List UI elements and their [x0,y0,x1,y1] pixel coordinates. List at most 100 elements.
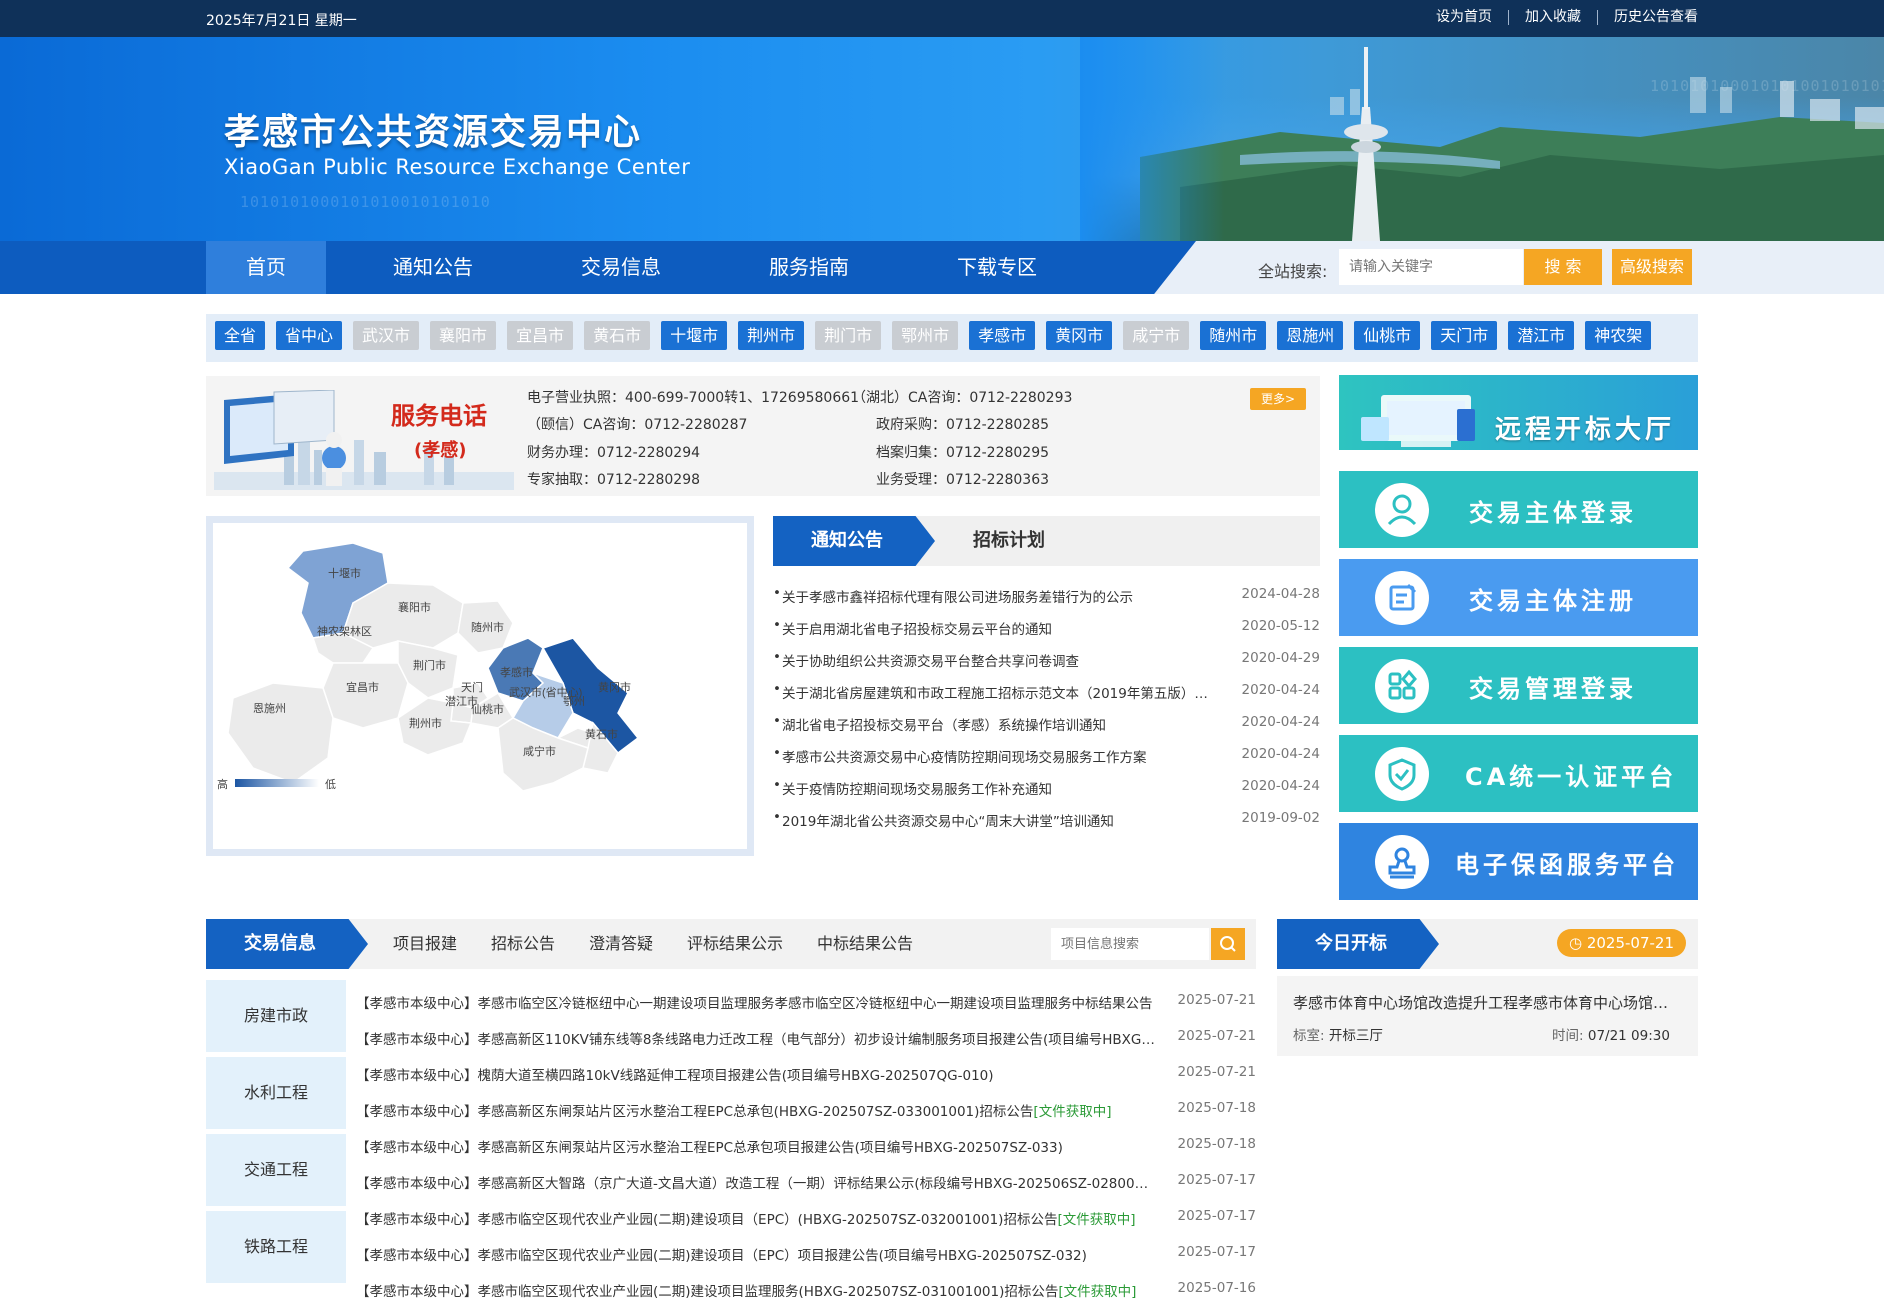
notice-title[interactable]: 2019年湖北省公共资源交易中心“周末大讲堂”培训通知 [782,810,1212,830]
category-water[interactable]: 水利工程 [206,1057,346,1129]
city-tab[interactable]: 宜昌市 [507,321,574,350]
today-bid-item[interactable]: 孝感市体育中心场馆改造提升工程孝感市体育中心场馆改造提升工程 标室: 开标三厅 … [1277,976,1698,1056]
today-bid-item-title[interactable]: 孝感市体育中心场馆改造提升工程孝感市体育中心场馆改造提升工程 [1293,992,1683,1013]
region-enshi[interactable] [227,682,334,784]
bullet-icon: • [773,713,781,729]
trade-item[interactable]: 【孝感市本级中心】孝感高新区东闸泵站片区污水整治工程EPC总承包项目报建公告(项… [356,1130,1256,1166]
city-tab[interactable]: 黄冈市 [1046,321,1113,350]
city-tab[interactable]: 全省 [215,321,266,350]
tab-notice[interactable]: 通知公告 [773,516,935,566]
trade-item-title[interactable]: 【孝感市本级中心】孝感高新区110KV铺东线等8条线路电力迁改工程（电气部分）初… [356,1032,1156,1048]
trade-item-title[interactable]: 【孝感市本级中心】孝感高新区大智路（京广大道-文昌大道）改造工程（一期）评标结果… [356,1176,1156,1192]
search-icon [1220,936,1236,952]
tab-clarification[interactable]: 澄清答疑 [589,919,653,969]
history-notice-link[interactable]: 历史公告查看 [1598,10,1698,25]
notice-item[interactable]: • 孝感市公共资源交易中心疫情防控期间现场交易服务工作方案 2020-04-24 [773,742,1320,774]
trade-item[interactable]: 【孝感市本级中心】孝感市临空区冷链枢纽中心一期建设项目监理服务孝感市临空区冷链枢… [356,986,1256,1022]
notice-title[interactable]: 关于启用湖北省电子招投标交易云平台的通知 [782,618,1212,638]
city-tab[interactable]: 荆州市 [738,321,805,350]
notice-item[interactable]: • 关于疫情防控期间现场交易服务工作补充通知 2020-04-24 [773,774,1320,806]
tab-bid-plan[interactable]: 招标计划 [973,516,1045,566]
notice-item[interactable]: • 关于协助组织公共资源交易平台整合共享问卷调查 2020-04-29 [773,646,1320,678]
trade-info-list: 【孝感市本级中心】孝感市临空区冷链枢纽中心一期建设项目监理服务孝感市临空区冷链枢… [356,986,1256,1310]
trade-item-title[interactable]: 【孝感市本级中心】孝感市临空区现代农业产业园(二期)建设项目监理服务(HBXG-… [356,1284,1058,1300]
notice-item[interactable]: • 湖北省电子招投标交易平台（孝感）系统操作培训通知 2020-04-24 [773,710,1320,742]
trade-item[interactable]: 【孝感市本级中心】孝感市临空区现代农业产业园(二期)建设项目（EPC）项目报建公… [356,1238,1256,1274]
e-guarantee-platform-button[interactable]: 电子保函服务平台 [1339,823,1698,900]
nav-item-service-guide[interactable]: 服务指南 [744,241,874,294]
tab-bid-announcement[interactable]: 招标公告 [491,919,555,969]
city-tab[interactable]: 荆门市 [815,321,882,350]
city-tab[interactable]: 随州市 [1200,321,1267,350]
category-transport[interactable]: 交通工程 [206,1134,346,1206]
city-tab[interactable]: 神农架 [1585,321,1652,350]
trade-item[interactable]: 【孝感市本级中心】孝感市临空区现代农业产业园(二期)建设项目（EPC）(HBXG… [356,1202,1256,1238]
tab-project-registration[interactable]: 项目报建 [393,919,457,969]
remote-bid-hall-banner[interactable]: 远程开标大厅 [1339,375,1698,450]
city-tab[interactable]: 天门市 [1431,321,1498,350]
ca-auth-platform-button[interactable]: CA统一认证平台 [1339,735,1698,812]
city-tab[interactable]: 武汉市 [353,321,420,350]
trade-item-title[interactable]: 【孝感市本级中心】孝感高新区东闸泵站片区污水整治工程EPC总承包项目报建公告(项… [356,1140,1063,1156]
city-tab[interactable]: 省中心 [276,321,343,350]
notice-item[interactable]: • 2019年湖北省公共资源交易中心“周末大讲堂”培训通知 2019-09-02 [773,806,1320,838]
notice-title[interactable]: 孝感市公共资源交易中心疫情防控期间现场交易服务工作方案 [782,746,1212,766]
project-search-button[interactable] [1211,928,1245,960]
notice-title[interactable]: 关于湖北省房屋建筑和市政工程施工招标示范文本（2019年第五版）… [782,682,1212,702]
city-tab[interactable]: 鄂州市 [892,321,959,350]
nav-item-notices[interactable]: 通知公告 [368,241,498,294]
trade-item-title[interactable]: 【孝感市本级中心】孝感市临空区现代农业产业园(二期)建设项目（EPC）项目报建公… [356,1248,1087,1264]
trade-item[interactable]: 【孝感市本级中心】孝感市临空区现代农业产业园(二期)建设项目监理服务(HBXG-… [356,1274,1256,1310]
trade-item[interactable]: 【孝感市本级中心】孝感高新区110KV铺东线等8条线路电力迁改工程（电气部分）初… [356,1022,1256,1058]
service-phone-subtitle: (孝感) [414,440,467,461]
legend-gradient [235,779,319,787]
trade-item-title[interactable]: 【孝感市本级中心】孝感市临空区现代农业产业园(二期)建设项目（EPC）(HBXG… [356,1212,1057,1228]
computer-screen-icon [1361,395,1475,447]
city-tab[interactable]: 仙桃市 [1354,321,1421,350]
nav-item-home[interactable]: 首页 [206,241,326,294]
city-tab[interactable]: 恩施州 [1277,321,1344,350]
category-housing[interactable]: 房建市政 [206,980,346,1052]
notice-item[interactable]: • 关于启用湖北省电子招投标交易云平台的通知 2020-05-12 [773,614,1320,646]
map-label: 随州市 [471,620,504,634]
notice-list: • 关于孝感市鑫祥招标代理有限公司进场服务差错行为的公示 2024-04-28 • 关于… [773,582,1320,838]
trade-item[interactable]: 【孝感市本级中心】槐荫大道至横四路10kV线路延伸工程项目报建公告(项目编号HB… [356,1058,1256,1094]
city-tab[interactable]: 黄石市 [584,321,651,350]
trader-login-button[interactable]: 交易主体登录 [1339,471,1698,548]
city-tab[interactable]: 潜江市 [1508,321,1575,350]
notice-title[interactable]: 湖北省电子招投标交易平台（孝感）系统操作培训通知 [782,714,1212,734]
notice-title[interactable]: 关于协助组织公共资源交易平台整合共享问卷调查 [782,650,1212,670]
shield-check-icon [1375,747,1429,801]
more-button[interactable]: 更多> [1250,388,1306,410]
city-tab[interactable]: 襄阳市 [430,321,497,350]
nav-item-downloads[interactable]: 下载专区 [932,241,1062,294]
site-search-input[interactable] [1339,249,1523,285]
trade-item[interactable]: 【孝感市本级中心】孝感高新区东闸泵站片区污水整治工程EPC总承包(HBXG-20… [356,1094,1256,1130]
project-search-input[interactable] [1051,928,1209,960]
tab-award-result[interactable]: 中标结果公告 [817,919,913,969]
city-tab[interactable]: 咸宁市 [1123,321,1190,350]
tab-evaluation-result[interactable]: 评标结果公示 [687,919,783,969]
notice-item[interactable]: • 关于湖北省房屋建筑和市政工程施工招标示范文本（2019年第五版）… 2020-0… [773,678,1320,710]
region-yichang[interactable] [322,662,409,729]
trader-register-button[interactable]: 交易主体注册 [1339,559,1698,636]
trade-item-title[interactable]: 【孝感市本级中心】槐荫大道至横四路10kV线路延伸工程项目报建公告(项目编号HB… [356,1068,994,1084]
nav-item-trade-info[interactable]: 交易信息 [556,241,686,294]
city-tab[interactable]: 孝感市 [969,321,1036,350]
notice-title[interactable]: 关于疫情防控期间现场交易服务工作补充通知 [782,778,1212,798]
advanced-search-button[interactable]: 高级搜索 [1612,249,1692,285]
file-available-tag: [文件获取中] [1058,1284,1137,1300]
trade-item-title[interactable]: 【孝感市本级中心】孝感市临空区冷链枢纽中心一期建设项目监理服务孝感市临空区冷链枢… [356,996,1153,1012]
trader-register-label: 交易主体注册 [1469,587,1637,615]
notice-item[interactable]: • 关于孝感市鑫祥招标代理有限公司进场服务差错行为的公示 2024-04-28 [773,582,1320,614]
notice-title[interactable]: 关于孝感市鑫祥招标代理有限公司进场服务差错行为的公示 [782,586,1212,606]
set-homepage-link[interactable]: 设为首页 [1420,10,1509,25]
city-tab[interactable]: 十堰市 [661,321,728,350]
search-button[interactable]: 搜 索 [1524,249,1602,285]
trade-item-title[interactable]: 【孝感市本级中心】孝感高新区东闸泵站片区污水整治工程EPC总承包(HBXG-20… [356,1104,1033,1120]
remote-bid-hall-label: 远程开标大厅 [1495,415,1676,445]
trade-item[interactable]: 【孝感市本级中心】孝感高新区大智路（京广大道-文昌大道）改造工程（一期）评标结果… [356,1166,1256,1202]
category-railway[interactable]: 铁路工程 [206,1211,346,1283]
trade-admin-login-button[interactable]: 交易管理登录 [1339,647,1698,724]
add-favorite-link[interactable]: 加入收藏 [1509,10,1598,25]
